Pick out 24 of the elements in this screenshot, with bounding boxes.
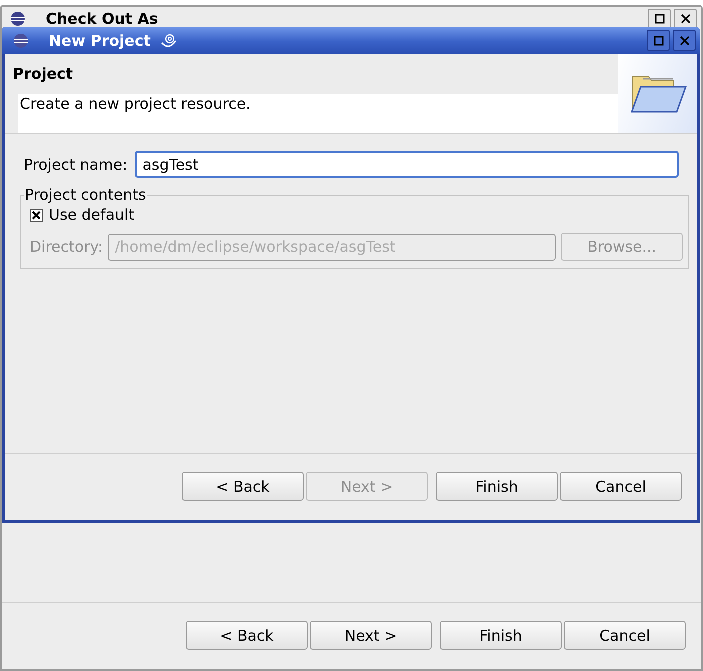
- dialog-button[interactable]: Next >: [310, 621, 432, 650]
- maximize-icon: [654, 14, 664, 24]
- use-default-checkbox[interactable]: Use default: [26, 206, 684, 224]
- dialog-button[interactable]: < Back: [182, 472, 304, 501]
- field-label: Project name:: [23, 156, 128, 174]
- eclipse-logo-icon: [10, 11, 26, 27]
- dialog-button[interactable]: Cancel: [560, 472, 682, 501]
- dialog-button[interactable]: Finish: [440, 621, 562, 650]
- maximize-icon: [654, 36, 664, 46]
- description-text: Create a new project resource.: [20, 94, 252, 113]
- window-title: Check Out As: [46, 10, 158, 28]
- close-icon: [680, 36, 690, 46]
- page-title: Project: [12, 64, 74, 85]
- dialog-button[interactable]: Finish: [436, 472, 558, 501]
- project-name-field[interactable]: asgTest: [134, 151, 679, 178]
- window-title: New Project: [49, 32, 151, 50]
- close-button[interactable]: [674, 8, 697, 30]
- maximize-button[interactable]: [648, 8, 671, 30]
- dialog-button[interactable]: Cancel: [564, 621, 686, 650]
- eclipse-logo-icon: [13, 32, 29, 48]
- field-label: Directory:: [29, 238, 104, 256]
- group-title: Project contents: [24, 186, 148, 204]
- dialog-button[interactable]: < Back: [186, 621, 308, 650]
- close-icon: [680, 14, 690, 24]
